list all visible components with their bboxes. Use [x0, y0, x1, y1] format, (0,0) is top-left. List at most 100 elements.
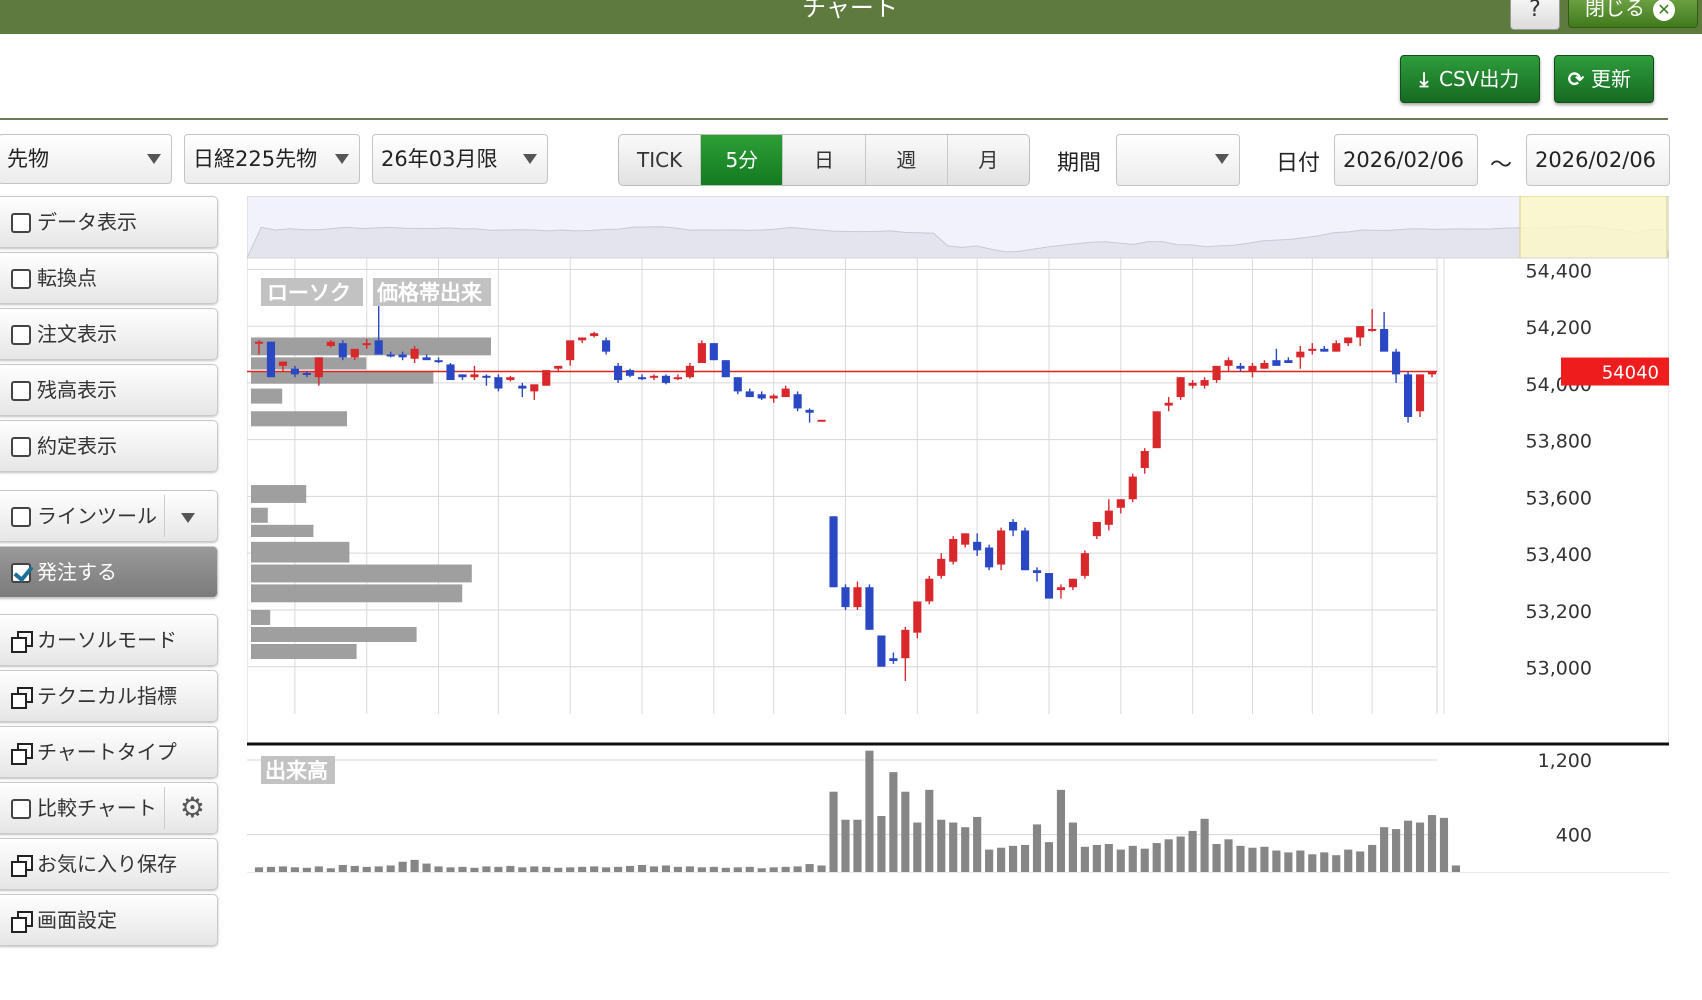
sidebar-toggle-positions[interactable]: 残高表示 — [0, 364, 218, 416]
close-button-label: 閉じる — [1585, 0, 1645, 20]
refresh-button[interactable]: ⟳ 更新 — [1554, 55, 1654, 103]
sidebar-screen-settings[interactable]: 画面設定 — [0, 894, 218, 946]
sidebar-toggle-executions[interactable]: 約定表示 — [0, 420, 218, 472]
candle-body — [590, 333, 599, 337]
candle-body — [314, 357, 323, 378]
checkbox-icon[interactable] — [11, 269, 31, 289]
volume-bar — [602, 867, 611, 872]
window-icon — [11, 855, 33, 877]
interval-tick[interactable]: TICK — [619, 135, 702, 185]
volume-bar — [1439, 817, 1449, 872]
period-select[interactable] — [1116, 134, 1240, 186]
close-circle-icon: ✕ — [1653, 0, 1675, 21]
volume-bar — [733, 867, 742, 872]
volume-bar — [793, 866, 802, 872]
date-from-input[interactable]: 2026/02/06 — [1334, 134, 1478, 186]
candle-body — [685, 365, 694, 378]
volume-bar — [470, 867, 479, 872]
volume-bar — [1068, 822, 1077, 872]
profile-bar — [251, 609, 271, 625]
product-select-value: 先物 — [7, 147, 49, 171]
product-select[interactable]: 先物 — [0, 134, 172, 184]
sidebar-toggle-place-order[interactable]: 発注する — [0, 546, 218, 598]
volume-bar — [661, 865, 671, 872]
volume-bar — [302, 867, 311, 872]
volume-bar — [1320, 852, 1329, 872]
volume-tick-label: 1,200 — [1538, 750, 1592, 772]
candle-body — [1344, 337, 1353, 344]
checkbox-icon[interactable] — [11, 213, 31, 233]
sidebar-chart-type[interactable]: チャートタイプ — [0, 726, 218, 778]
volume-background — [247, 746, 1669, 872]
checkbox-icon[interactable] — [11, 381, 31, 401]
volume-bar — [1368, 844, 1377, 872]
volume-bar — [877, 816, 886, 872]
candle-body — [817, 419, 826, 422]
candle-body — [410, 348, 419, 359]
candlestick-chart[interactable]: 54,40054,20054,00053,80053,60053,40053,2… — [247, 196, 1669, 950]
volume-bar — [458, 866, 467, 872]
candle-body — [302, 372, 311, 375]
candle-body — [494, 377, 503, 389]
gear-icon[interactable]: ⚙ — [180, 783, 205, 833]
profile-bar — [251, 584, 463, 603]
interval-month[interactable]: 月 — [948, 135, 1029, 185]
contract-select[interactable]: 26年03月限 — [372, 134, 548, 184]
sidebar-toggle-line-tool[interactable]: ラインツール — [0, 490, 218, 542]
chevron-down-icon[interactable] — [181, 513, 195, 523]
interval-day[interactable]: 日 — [783, 135, 866, 185]
close-button[interactable]: 閉じる ✕ — [1568, 0, 1698, 28]
price-tick-label: 53,400 — [1526, 544, 1592, 566]
chart-navigator[interactable] — [247, 196, 1669, 259]
candle-body — [781, 388, 790, 398]
volume-bar — [374, 866, 383, 872]
volume-bar — [1248, 847, 1257, 872]
checkbox-checked-icon[interactable] — [11, 563, 31, 583]
chart-area[interactable]: 54,400 54,200 54,000 53,800 53,600 53,400 53,2… — [247, 196, 1669, 950]
checkbox-icon[interactable] — [11, 507, 31, 527]
volume-bar — [937, 819, 946, 872]
sidebar-label: 比較チャート — [37, 796, 157, 820]
title-bar: チャート — [0, 0, 1702, 34]
sidebar-label: データ表示 — [37, 210, 137, 234]
date-to-input[interactable]: 2026/02/06 — [1526, 134, 1670, 186]
checkbox-icon[interactable] — [11, 325, 31, 345]
candle-body — [1152, 411, 1161, 449]
date-range-separator: ～ — [1490, 153, 1513, 178]
interval-5min[interactable]: 5分 — [701, 135, 784, 185]
sidebar-toggle-orders[interactable]: 注文表示 — [0, 308, 218, 360]
sidebar-label: 発注する — [37, 560, 117, 584]
candle-body — [1415, 374, 1425, 412]
window-icon — [11, 687, 33, 709]
checkbox-icon[interactable] — [11, 799, 31, 819]
candle-body — [326, 341, 335, 346]
candle-body — [350, 348, 359, 358]
candle-body — [997, 530, 1006, 565]
volume-bar — [614, 866, 623, 872]
interval-week[interactable]: 週 — [866, 135, 948, 185]
download-icon: ⤓ — [1419, 67, 1429, 91]
candle-body — [1392, 351, 1401, 375]
sidebar-compare-chart[interactable]: 比較チャート ⚙ — [0, 782, 218, 834]
volume-bar — [482, 866, 491, 872]
candle-body — [374, 340, 383, 355]
volume-bar — [398, 861, 407, 872]
profile-bar — [251, 371, 434, 384]
candle-body — [769, 395, 778, 399]
price-tick-label: 53,000 — [1526, 658, 1592, 680]
underlying-select[interactable]: 日経225先物 — [184, 134, 360, 184]
sidebar-save-favorite[interactable]: お気に入り保存 — [0, 838, 218, 890]
sidebar-toggle-turning-points[interactable]: 転換点 — [0, 252, 218, 304]
csv-export-button[interactable]: ⤓ CSV出力 — [1400, 55, 1540, 103]
volume-bar — [326, 868, 335, 872]
sidebar-toggle-data-display[interactable]: データ表示 — [0, 196, 218, 248]
volume-bar — [1403, 820, 1413, 872]
sidebar-cursor-mode[interactable]: カーソルモード — [0, 614, 218, 666]
chevron-down-icon — [1215, 154, 1229, 164]
sidebar-technical-indicators[interactable]: テクニカル指標 — [0, 670, 218, 722]
sidebar-label: チャートタイプ — [37, 740, 177, 764]
volume-bar — [913, 822, 922, 872]
volume-bar — [1080, 846, 1089, 872]
checkbox-icon[interactable] — [11, 437, 31, 457]
help-button[interactable]: ? — [1510, 0, 1560, 30]
